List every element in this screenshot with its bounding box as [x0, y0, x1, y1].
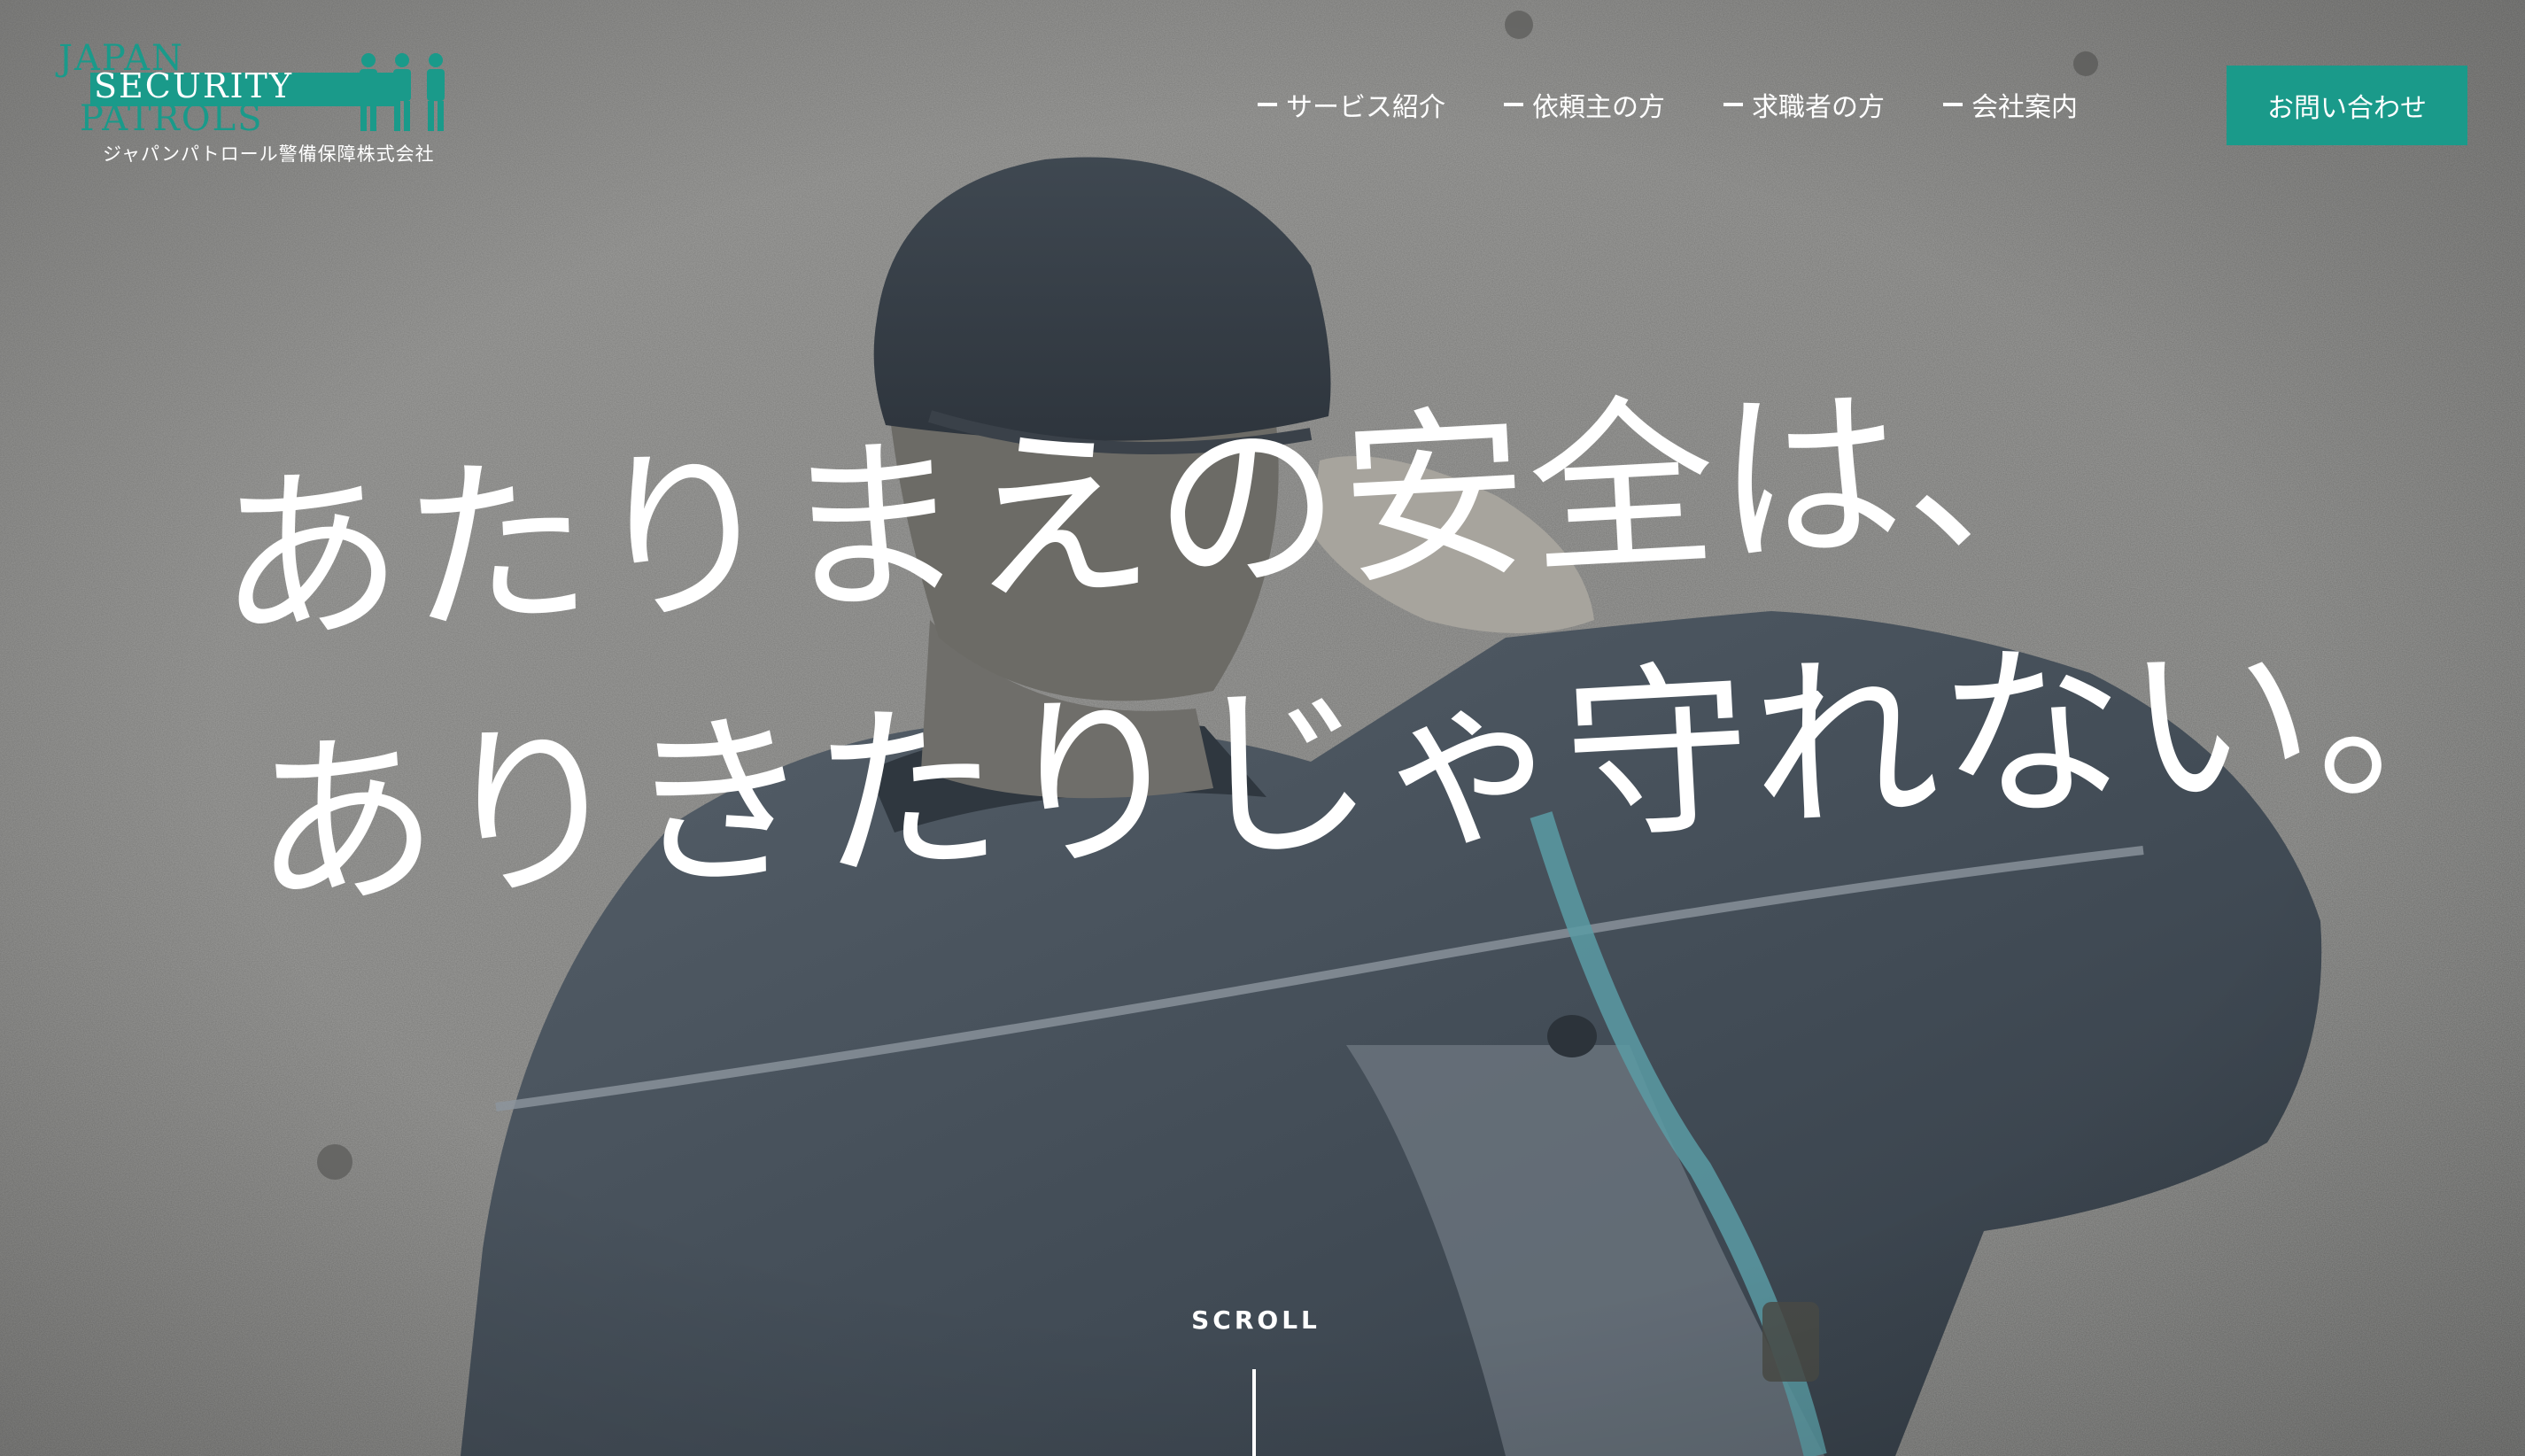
page: JAPAN SECURITY PATROLS ジャパンパトロール警備保障株式会社: [0, 0, 2525, 1456]
dash-icon: [1504, 103, 1523, 106]
nav-item-label: 依頼主の方: [1532, 92, 1665, 123]
dash-icon: [1723, 103, 1743, 106]
nav-item-label: 求職者の方: [1752, 92, 1885, 123]
dash-icon: [1943, 103, 1963, 106]
nav-item-label: サービス紹介: [1286, 92, 1445, 123]
main-navigation: サービス紹介 依頼主の方 求職者の方 会社案内: [1258, 85, 2078, 124]
company-name: ジャパンパトロール警備保障株式会社: [103, 143, 435, 165]
nav-item-company[interactable]: 会社案内: [1943, 85, 2078, 124]
contact-button[interactable]: お問い合わせ: [2227, 66, 2467, 145]
nav-item-clients[interactable]: 依頼主の方: [1504, 85, 1665, 124]
security-guard-figures-icon: [360, 53, 445, 131]
hero-headline: あたりまえの安全は、 ありきたりじゃ守れない。: [211, 355, 2507, 1089]
nav-item-label: 会社案内: [1971, 92, 2078, 123]
scroll-label[interactable]: SCROLL: [1151, 1305, 1360, 1335]
scroll-indicator-line: [1252, 1369, 1256, 1456]
company-logo[interactable]: JAPAN SECURITY PATROLS ジャパンパトロール警備保障株式会社: [53, 37, 461, 170]
dash-icon: [1258, 103, 1277, 106]
nav-item-job-seekers[interactable]: 求職者の方: [1723, 85, 1885, 124]
logo-word-patrols: PATROLS: [80, 98, 264, 139]
nav-item-services[interactable]: サービス紹介: [1258, 85, 1445, 124]
hero-headline-line-2: ありきたりじゃ守れない。: [246, 601, 2508, 936]
